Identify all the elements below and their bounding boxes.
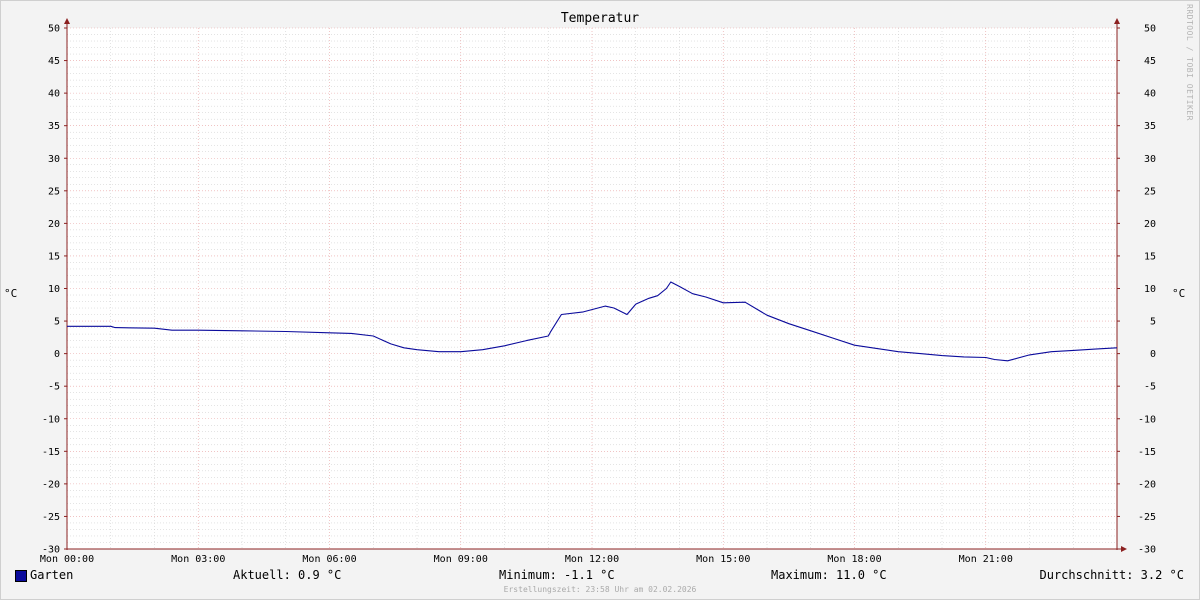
- y-tick-label-left: -25: [42, 512, 60, 523]
- y-tick-label-right: -15: [1138, 447, 1156, 458]
- x-tick-label: Mon 21:00: [959, 554, 1013, 565]
- y-tick-label-right: 20: [1144, 219, 1156, 230]
- y-tick-label-left: 5: [54, 317, 60, 328]
- x-tick-label: Mon 18:00: [827, 554, 881, 565]
- y-tick-label-right: -10: [1138, 414, 1156, 425]
- y-tick-label-right: -5: [1144, 382, 1156, 393]
- y-tick-label-right: -25: [1138, 512, 1156, 523]
- y-tick-label-right: 0: [1150, 349, 1156, 360]
- legend-maximum: Maximum: 11.0 °C: [771, 568, 887, 582]
- y-tick-label-left: 30: [48, 154, 60, 165]
- chart-title: Temperatur: [560, 11, 640, 26]
- y-axis-label-right: °C: [1172, 287, 1186, 300]
- creation-time-footer: Erstellungszeit: 23:58 Uhr am 02.02.2026: [503, 585, 697, 594]
- chart-canvas: 50 5045 4540 4035 3530 3025 2520 2015 1510 105 50 0…: [40, 18, 1156, 565]
- y-axis-label-left: °C: [4, 287, 18, 300]
- legend-current: Aktuell: 0.9 °C: [233, 568, 342, 582]
- x-axis-arrow: [1121, 546, 1127, 552]
- y-tick-label-left: 25: [48, 186, 60, 197]
- x-tick-label: Mon 00:00: [40, 554, 94, 565]
- x-tick-label: Mon 12:00: [565, 554, 619, 565]
- y-tick-label-left: 10: [48, 284, 60, 295]
- y-tick-label-left: -5: [48, 382, 60, 393]
- y-tick-label-left: 0: [54, 349, 60, 360]
- y-tick-label-right: -20: [1138, 479, 1156, 490]
- y-tick-label-right: 35: [1144, 121, 1156, 132]
- y-tick-label-left: -15: [42, 447, 60, 458]
- y-tick-label-right: 15: [1144, 251, 1156, 262]
- y-tick-label-left: 35: [48, 121, 60, 132]
- legend-average: Durchschnitt: 3.2 °C: [1039, 568, 1185, 582]
- y-tick-label-left: 20: [48, 219, 60, 230]
- rrdtool-watermark: RRDTOOL / TOBI OETIKER: [1185, 4, 1194, 121]
- legend-series-name: Garten: [30, 568, 74, 582]
- y-tick-label-left: -20: [42, 479, 60, 490]
- y-tick-label-right: 25: [1144, 186, 1156, 197]
- y-tick-label-left: -10: [42, 414, 60, 425]
- y-tick-label-right: 5: [1150, 317, 1156, 328]
- y-tick-label-right: 30: [1144, 154, 1156, 165]
- x-tick-label: Mon 15:00: [696, 554, 750, 565]
- y-tick-label-left: 15: [48, 251, 60, 262]
- legend-minimum: Minimum: -1.1 °C: [499, 568, 615, 582]
- y-tick-label-right: 45: [1144, 56, 1156, 67]
- y-tick-label-left: 40: [48, 89, 60, 100]
- x-tick-label: Mon 06:00: [302, 554, 356, 565]
- legend-swatch: [15, 570, 27, 582]
- y-tick-label-left: 45: [48, 56, 60, 67]
- y-tick-label-right: 40: [1144, 89, 1156, 100]
- y-tick-label-right: -30: [1138, 545, 1156, 556]
- x-tick-label: Mon 03:00: [171, 554, 225, 565]
- x-tick-label: Mon 09:00: [434, 554, 488, 565]
- y-tick-label-right: 10: [1144, 284, 1156, 295]
